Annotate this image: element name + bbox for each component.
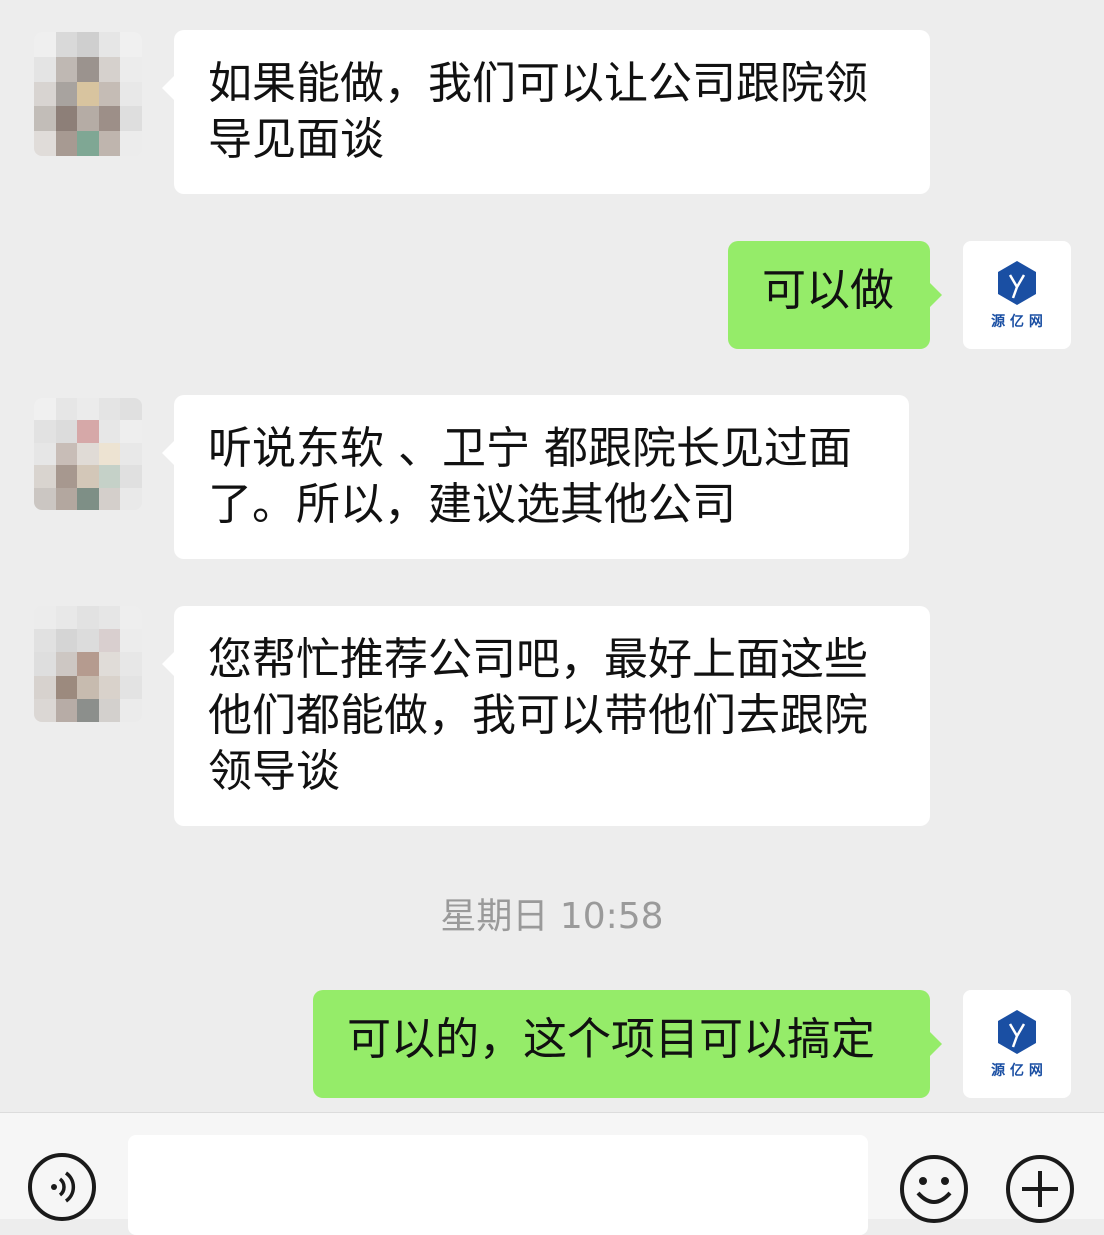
message-text: 可以做: [762, 265, 894, 316]
message-bubble-incoming[interactable]: 您帮忙推荐公司吧，最好上面这些他们都能做，我可以带他们去跟院领导谈: [162, 606, 930, 826]
emoji-icon[interactable]: [898, 1153, 970, 1225]
message-text: 如果能做，我们可以让公司跟院领导见面谈: [208, 58, 868, 165]
message-bubble-incoming[interactable]: 听说东软 、卫宁 都跟院长见过面了。所以，建议选其他公司: [162, 395, 909, 559]
message-bubble-incoming[interactable]: 如果能做，我们可以让公司跟院领导见面谈: [162, 30, 930, 194]
contact-avatar[interactable]: [34, 606, 142, 722]
message-text: 听说东软 、卫宁 都跟院长见过面了。所以，建议选其他公司: [208, 423, 852, 530]
yuanyi-logo-icon: 源 亿 网: [991, 1010, 1043, 1079]
input-bar: [0, 1112, 1104, 1235]
yuanyi-logo-icon: 源 亿 网: [991, 261, 1043, 330]
message-bubble-outgoing[interactable]: 可以做: [728, 241, 942, 349]
contact-avatar[interactable]: [34, 398, 142, 510]
message-text: 可以的，这个项目可以搞定: [347, 1014, 875, 1065]
voice-icon: [51, 1171, 76, 1203]
chat-timestamp: 星期日 10:58: [440, 896, 664, 937]
voice-button[interactable]: [28, 1153, 96, 1221]
plus-icon[interactable]: [1004, 1153, 1076, 1225]
message-bubble-outgoing[interactable]: 可以的，这个项目可以搞定: [313, 990, 942, 1098]
chat-area: 如果能做，我们可以让公司跟院领导见面谈 可以做 源 亿 网 听说东软 、卫宁 都…: [0, 0, 1104, 1112]
message-input[interactable]: [128, 1135, 868, 1235]
logo-text: 源 亿 网: [991, 1062, 1043, 1079]
message-text: 您帮忙推荐公司吧，最好上面这些他们都能做，我可以带他们去跟院领导谈: [208, 634, 868, 797]
logo-text: 源 亿 网: [991, 313, 1043, 330]
my-avatar[interactable]: 源 亿 网: [963, 241, 1071, 349]
my-avatar[interactable]: 源 亿 网: [963, 990, 1071, 1098]
contact-avatar[interactable]: [34, 32, 142, 156]
